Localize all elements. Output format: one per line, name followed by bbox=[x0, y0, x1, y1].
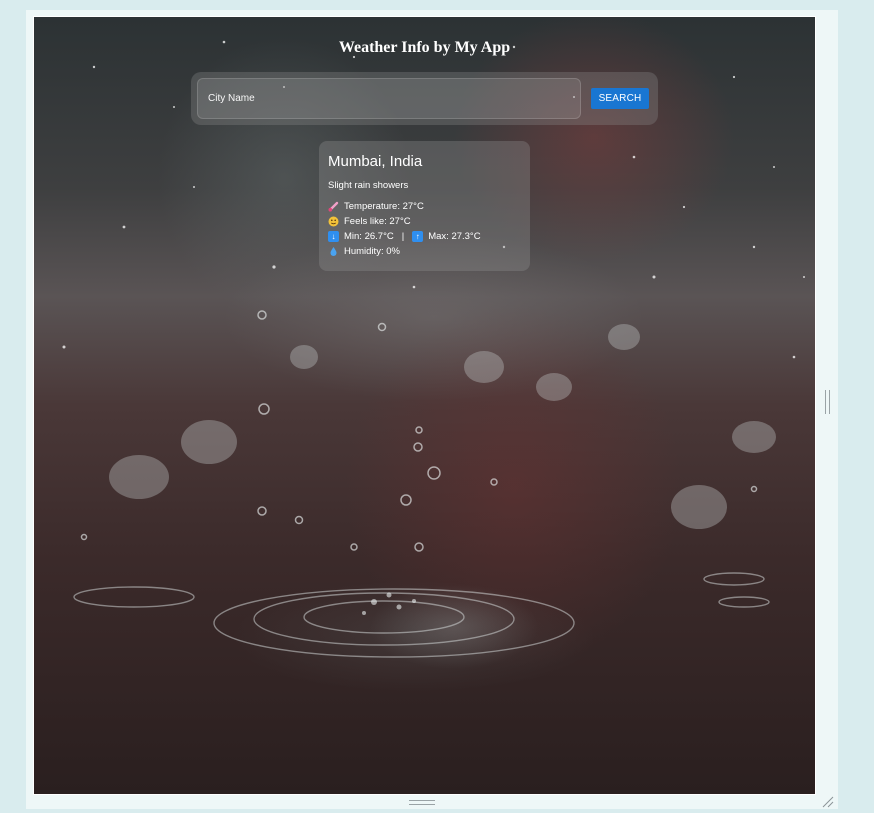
app-window: Weather Info by My App SEARCH Mumbai, In… bbox=[33, 16, 816, 795]
min-max-row: ↓ Min: 26.7°C | ↑ Max: 27.3°C bbox=[328, 229, 521, 244]
down-arrow-icon: ↓ bbox=[328, 231, 339, 242]
vertical-splitter-handle[interactable] bbox=[825, 390, 831, 414]
humidity-row: Humidity: 0% bbox=[328, 244, 521, 259]
min-max-separator: | bbox=[401, 231, 405, 242]
weather-card: Mumbai, India Slight rain showers Temper… bbox=[319, 141, 530, 271]
up-arrow-icon: ↑ bbox=[412, 231, 424, 242]
resize-grip-icon[interactable] bbox=[822, 795, 834, 808]
weather-description: Slight rain showers bbox=[328, 180, 409, 191]
humidity-text: Humidity: 0% bbox=[344, 246, 400, 257]
max-text: Max: 27.3°C bbox=[428, 231, 481, 242]
city-title: Mumbai, India bbox=[328, 153, 423, 170]
search-panel: SEARCH bbox=[191, 72, 658, 125]
face-icon bbox=[328, 216, 339, 227]
rain-background bbox=[62, 40, 805, 658]
feels-like-row: Feels like: 27°C bbox=[328, 214, 521, 229]
temperature-row: Temperature: 27°C bbox=[328, 199, 521, 214]
page-title: Weather Info by My App bbox=[338, 39, 511, 56]
thermometer-icon bbox=[328, 201, 339, 212]
min-text: Min: 26.7°C bbox=[344, 231, 394, 242]
horizontal-splitter-handle[interactable] bbox=[409, 800, 435, 806]
search-button[interactable]: SEARCH bbox=[591, 88, 649, 109]
feels-like-text: Feels like: 27°C bbox=[344, 216, 411, 227]
temperature-text: Temperature: 27°C bbox=[344, 201, 424, 212]
city-search-input[interactable] bbox=[197, 78, 581, 119]
droplet-icon bbox=[328, 246, 339, 257]
